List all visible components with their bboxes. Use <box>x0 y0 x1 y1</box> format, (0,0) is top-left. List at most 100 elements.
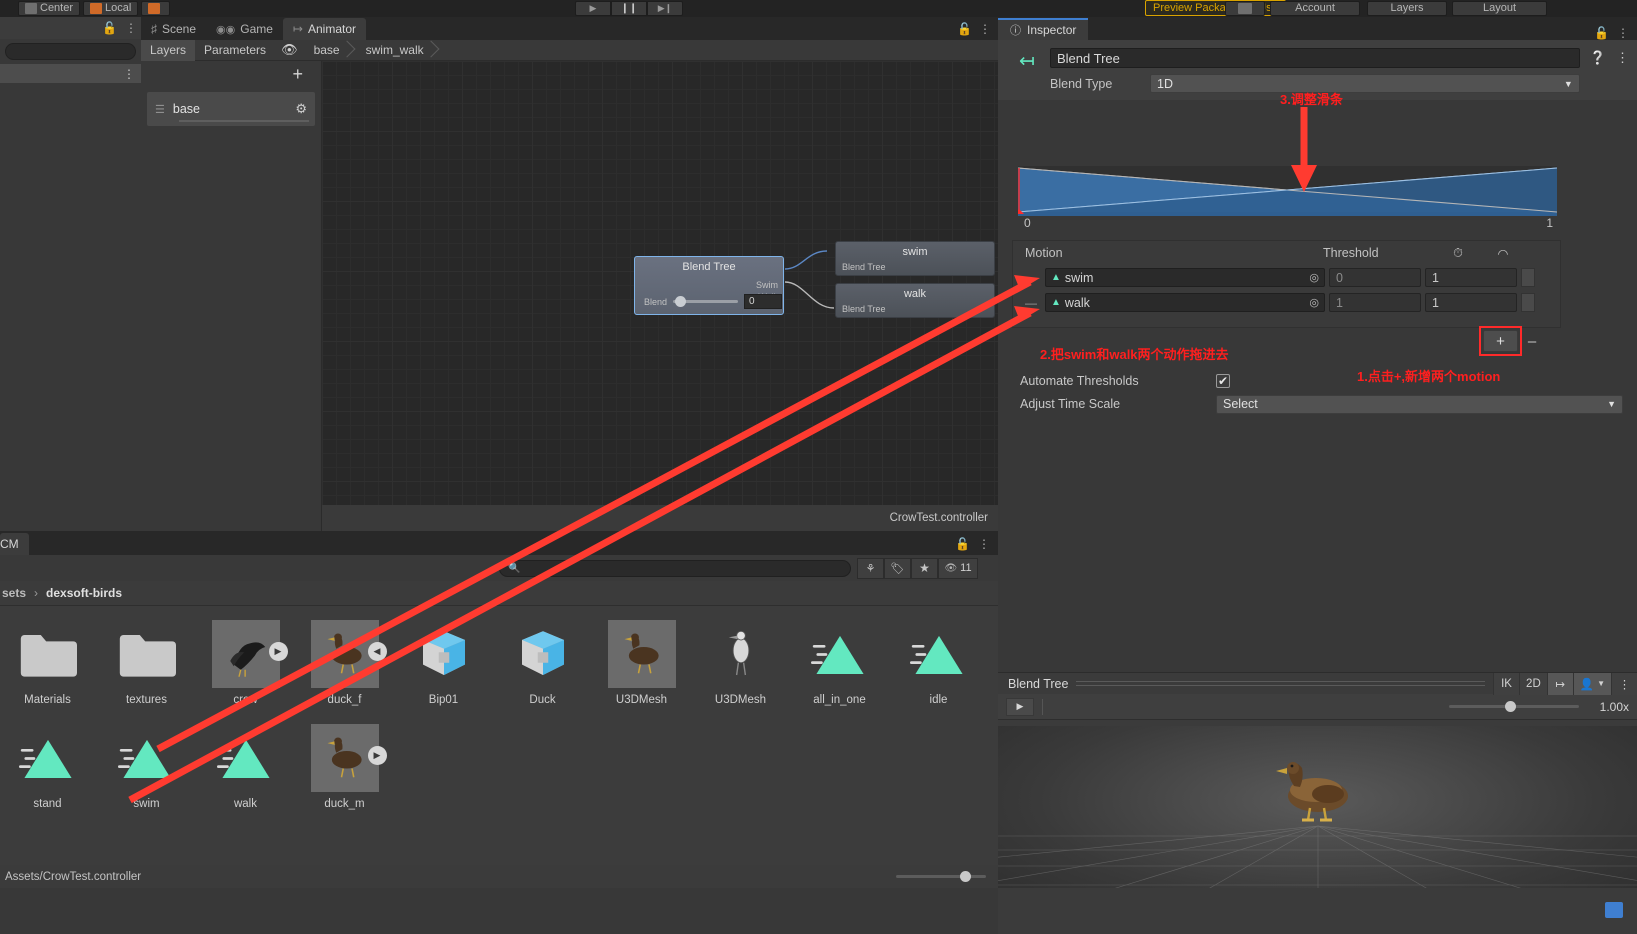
help-icon[interactable]: ❔ <box>1590 50 1606 66</box>
speed-field-walk[interactable]: 1 <box>1425 293 1517 312</box>
kebab-menu-icon[interactable]: ⋮ <box>979 22 991 36</box>
play-icon[interactable]: ▶ <box>268 642 288 661</box>
automate-thresholds-checkbox[interactable]: ✔ <box>1216 374 1230 388</box>
preview-ik-toggle[interactable]: IK <box>1493 672 1520 695</box>
motion-field-walk[interactable]: ▲ walk ◎ <box>1045 293 1325 312</box>
breadcrumb-swim-walk[interactable]: swim_walk <box>352 40 436 61</box>
kebab-menu-icon[interactable]: ⋮ <box>1617 26 1629 40</box>
layer-weight-slider[interactable] <box>179 120 309 122</box>
eye-icon[interactable]: 👁 <box>275 40 304 61</box>
asset-item[interactable]: textures <box>97 620 196 706</box>
adjust-time-scale-dropdown[interactable]: Select ▼ <box>1216 394 1623 414</box>
asset-item[interactable]: ▶ duck_m <box>295 724 394 810</box>
layers-dropdown[interactable]: Layers <box>1367 1 1447 16</box>
asset-item[interactable]: Bip01 <box>394 620 493 706</box>
filter-by-type-button[interactable]: ⚘ <box>857 557 884 579</box>
preview-play-button[interactable]: ▶ <box>1006 697 1034 716</box>
lock-icon[interactable]: 🔓 <box>102 21 117 35</box>
asset-item[interactable]: ◀ duck_f <box>295 620 394 706</box>
layout-dropdown[interactable]: Layout <box>1452 1 1547 16</box>
remove-motion-button[interactable]: – <box>1522 330 1542 352</box>
mirror-toggle-walk[interactable] <box>1521 293 1535 312</box>
collab-icon[interactable] <box>1605 902 1623 918</box>
plus-icon[interactable]: + <box>292 65 303 83</box>
object-picker-icon[interactable]: ◎ <box>1309 271 1319 284</box>
node-state-walk[interactable]: walk Blend Tree <box>835 283 995 318</box>
play-button[interactable]: ▶ <box>575 1 611 16</box>
pivot-icon[interactable]: ↦ <box>1546 672 1573 695</box>
blend-tree-graph[interactable] <box>1018 166 1557 216</box>
drag-handle-icon[interactable]: — <box>1025 296 1041 310</box>
account-button[interactable]: Account <box>1270 1 1360 16</box>
preview-timeline[interactable] <box>1042 698 1441 715</box>
prev-icon[interactable]: ◀ <box>367 642 387 661</box>
kebab-menu-icon[interactable]: ⋮ <box>1611 672 1637 695</box>
filter-by-label-button[interactable]: 🏷 <box>884 557 911 579</box>
lock-icon[interactable]: 🔓 <box>957 22 972 36</box>
asset-item[interactable]: walk <box>196 724 295 810</box>
object-picker-icon[interactable]: ◎ <box>1309 296 1319 309</box>
asset-item[interactable]: U3DMesh <box>592 620 691 706</box>
tab-scene[interactable]: ♯ Scene <box>141 18 206 40</box>
thumbnail-zoom-slider[interactable] <box>896 871 986 882</box>
layer-item-base[interactable]: ☰ base ⚙ <box>147 92 315 126</box>
motion-field-swim[interactable]: ▲ swim ◎ <box>1045 268 1325 287</box>
asset-item[interactable]: ▶ crow <box>196 620 295 706</box>
hidden-assets-toggle[interactable]: 👁 11 <box>938 557 978 579</box>
asset-item[interactable]: U3DMesh <box>691 620 790 706</box>
pause-button[interactable]: ❙❙ <box>611 1 647 16</box>
preview-2d-toggle[interactable]: 2D <box>1519 672 1547 695</box>
threshold-field-swim[interactable]: 0 <box>1329 268 1421 287</box>
table-row[interactable]: — ▲ swim ◎ 0 1 <box>1013 265 1560 290</box>
hierarchy-search-input[interactable] <box>5 43 136 60</box>
pivot-mode-button[interactable]: Center <box>18 1 81 16</box>
kebab-menu-icon[interactable]: ⋮ <box>978 537 990 551</box>
node-state-swim[interactable]: swim Blend Tree <box>835 241 995 276</box>
subtab-layers[interactable]: Layers <box>141 39 196 61</box>
speed-field-swim[interactable]: 1 <box>1425 268 1517 287</box>
threshold-field-walk[interactable]: 1 <box>1329 293 1421 312</box>
pivot-rotation-button[interactable]: Local <box>83 1 139 16</box>
tab-inspector[interactable]: ⓘ Inspector <box>998 18 1089 40</box>
tab-project[interactable]: CM <box>0 533 29 555</box>
kebab-menu-icon[interactable]: ⋮ <box>123 67 135 81</box>
breadcrumb-assets[interactable]: sets <box>2 586 26 600</box>
hierarchy-scene-row[interactable]: ⋮ <box>0 64 141 83</box>
asset-item[interactable]: idle <box>889 620 988 706</box>
breadcrumb-base[interactable]: base <box>304 40 352 61</box>
blend-value-field[interactable]: 0 <box>744 294 782 309</box>
favorites-button[interactable]: ★ <box>911 557 938 579</box>
step-button[interactable]: ▶❙ <box>647 1 683 16</box>
kebab-menu-icon[interactable]: ⋮ <box>1616 48 1629 100</box>
preview-speed-slider[interactable] <box>1449 701 1579 712</box>
lock-icon[interactable]: 🔓 <box>955 537 970 551</box>
preview-viewport[interactable]: 0:00 (000.0%) Frame 0 <box>998 726 1637 912</box>
tab-animator[interactable]: ↦ Animator <box>282 18 367 40</box>
asset-item[interactable]: stand <box>0 724 97 810</box>
asset-item[interactable]: swim <box>97 724 196 810</box>
blend-type-dropdown[interactable]: 1D ▼ <box>1150 74 1580 93</box>
node-blend-tree[interactable]: Blend Tree Swim Walk Blend 0 <box>634 256 784 315</box>
search-input[interactable]: 🔍 <box>499 559 851 577</box>
tab-game[interactable]: ◉◉ Game <box>206 18 283 40</box>
asset-item[interactable]: all_in_one <box>790 620 889 706</box>
asset-item[interactable]: Duck <box>493 620 592 706</box>
table-row[interactable]: — ▲ walk ◎ 1 1 <box>1013 290 1560 315</box>
asset-grid[interactable]: Materials textures ▶ crow ◀ duck_f Bip01 Duck U3… <box>0 606 998 865</box>
tool-settings-button[interactable] <box>141 1 171 16</box>
animator-graph-canvas[interactable]: Blend Tree Swim Walk Blend 0 swim Blend … <box>322 61 998 531</box>
breadcrumb-dexsoft-birds[interactable]: dexsoft-birds <box>46 586 122 600</box>
blend-slider[interactable] <box>673 296 738 307</box>
kebab-menu-icon[interactable]: ⋮ <box>125 21 137 35</box>
animator-layers-panel: + ☰ base ⚙ <box>141 61 322 531</box>
mirror-toggle-swim[interactable] <box>1521 268 1535 287</box>
object-name-field[interactable]: Blend Tree <box>1050 48 1580 68</box>
lock-icon[interactable]: 🔓 <box>1594 26 1609 40</box>
cloud-button[interactable] <box>1225 1 1265 16</box>
gear-icon[interactable]: ⚙ <box>295 101 307 117</box>
avatar-icon[interactable]: 👤 ▼ <box>1572 672 1611 695</box>
play-icon[interactable]: ▶ <box>367 746 387 765</box>
subtab-parameters[interactable]: Parameters <box>195 40 275 61</box>
drag-handle-icon[interactable]: — <box>1025 271 1041 285</box>
asset-item[interactable]: Materials <box>0 620 97 706</box>
